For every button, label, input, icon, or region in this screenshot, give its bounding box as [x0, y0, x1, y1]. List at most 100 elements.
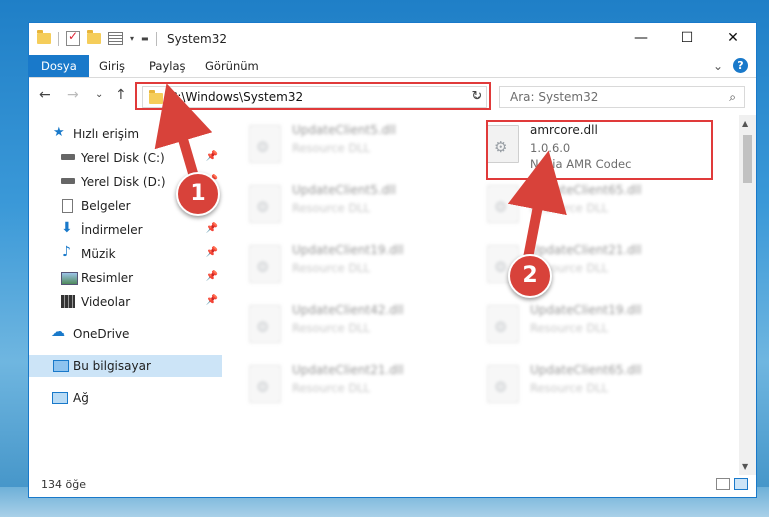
dll-file-icon [487, 185, 519, 223]
dll-file-icon [487, 365, 519, 403]
dll-file-icon [249, 365, 281, 403]
file-item[interactable]: UpdateClient5.dll Resource DLL [247, 177, 467, 233]
pictures-icon [61, 272, 78, 285]
file-item[interactable]: UpdateClient65.dll Resource DLL [485, 177, 705, 233]
folder-icon[interactable] [37, 30, 51, 44]
forward-button[interactable]: → [67, 87, 79, 103]
details-view-icon[interactable] [716, 478, 730, 490]
file-name: UpdateClient21.dll [530, 243, 642, 257]
status-bar: 134 öğe [29, 473, 756, 497]
back-button[interactable]: ← [39, 87, 51, 103]
pin-icon[interactable]: 📌 [206, 247, 218, 258]
sidebar-item-disk-c[interactable]: Yerel Disk (C:) 📌 [29, 147, 222, 169]
file-type: Resource DLL [530, 381, 609, 395]
customize-toolbar-icon[interactable]: ▾ [130, 34, 134, 43]
quick-access-toolbar: ▾ ▬ [37, 29, 157, 46]
expand-ribbon-icon[interactable]: ⌄ [713, 59, 723, 73]
recent-locations-button[interactable]: ⌄ [95, 89, 103, 100]
file-type: Resource DLL [292, 261, 371, 275]
file-name: UpdateClient65.dll [530, 363, 642, 377]
cloud-icon: ☁ [51, 324, 65, 340]
tab-dosya[interactable]: Dosya [29, 55, 89, 77]
file-item[interactable]: UpdateClient65.dll Resource DLL [485, 357, 705, 413]
download-icon: ⬇ [61, 220, 73, 236]
videos-icon [61, 295, 75, 308]
sidebar-item-muzik[interactable]: ♪ Müzik 📌 [29, 243, 222, 265]
minimize-button[interactable]: — [618, 23, 664, 53]
sidebar-item-videolar[interactable]: Videolar 📌 [29, 291, 222, 313]
file-name: UpdateClient42.dll [292, 303, 404, 317]
maximize-button[interactable]: ☐ [664, 23, 710, 53]
up-button[interactable]: ↑ [115, 87, 127, 103]
pin-icon[interactable]: 📌 [206, 151, 218, 162]
file-type: Resource DLL [292, 201, 371, 215]
view-toggle [716, 478, 748, 490]
qat-dropdown-icon[interactable]: ▬ [141, 34, 149, 43]
sidebar-item-label: Hızlı erişim [73, 127, 140, 141]
pin-icon[interactable]: 📌 [206, 271, 218, 282]
sidebar-item-label: OneDrive [73, 327, 130, 341]
tiles-view-icon[interactable] [734, 478, 748, 490]
window-controls: — ☐ ✕ [618, 23, 756, 53]
file-item[interactable]: UpdateClient5.dll Resource DLL [247, 117, 467, 173]
view-icon[interactable] [108, 32, 123, 45]
computer-icon [53, 360, 69, 372]
tab-giris[interactable]: Giriş [99, 55, 125, 77]
sidebar-item-label: Belgeler [81, 199, 131, 213]
vertical-scrollbar[interactable]: ▲ ▼ [739, 115, 756, 475]
file-name: UpdateClient5.dll [292, 123, 396, 137]
ribbon-tabs: Dosya Giriş Paylaş Görünüm ⌄ ? [29, 55, 756, 78]
star-icon: ★ [53, 125, 65, 140]
sidebar-item-this-pc[interactable]: Bu bilgisayar [29, 355, 222, 377]
file-name: UpdateClient5.dll [292, 183, 396, 197]
close-button[interactable]: ✕ [710, 23, 756, 53]
file-name: UpdateClient19.dll [292, 243, 404, 257]
sidebar-item-resimler[interactable]: Resimler 📌 [29, 267, 222, 289]
pin-icon[interactable]: 📌 [206, 295, 218, 306]
file-name: UpdateClient19.dll [530, 303, 642, 317]
sidebar-item-network[interactable]: Ağ [29, 387, 222, 409]
file-item[interactable]: UpdateClient21.dll Resource DLL [247, 357, 467, 413]
search-icon[interactable]: ⌕ [729, 90, 736, 105]
pin-icon[interactable]: 📌 [206, 223, 218, 234]
sidebar-item-label: Müzik [81, 247, 116, 261]
sidebar-item-label: İndirmeler [81, 223, 143, 237]
file-name: UpdateClient21.dll [292, 363, 404, 377]
sidebar-item-onedrive[interactable]: ☁ OneDrive [29, 323, 222, 345]
tab-paylas[interactable]: Paylaş [149, 55, 186, 77]
dll-file-icon [249, 245, 281, 283]
navigation-pane: ★ Hızlı erişim Yerel Disk (C:) 📌 Yerel D… [29, 115, 222, 475]
search-box[interactable]: Ara: System32 ⌕ [499, 86, 745, 108]
sidebar-item-label: Yerel Disk (D:) [81, 175, 166, 189]
dll-file-icon [249, 125, 281, 163]
network-icon [52, 392, 68, 404]
file-type: Resource DLL [530, 321, 609, 335]
step-marker-2: 2 [508, 254, 552, 298]
dll-file-icon [249, 305, 281, 343]
step-marker-1: 1 [176, 172, 220, 216]
new-folder-icon[interactable] [87, 30, 101, 44]
search-placeholder[interactable]: Ara: System32 [510, 90, 598, 104]
file-item[interactable]: UpdateClient19.dll Resource DLL [485, 297, 705, 353]
divider [155, 31, 157, 46]
tab-gorunum[interactable]: Görünüm [205, 55, 259, 77]
file-item[interactable]: UpdateClient42.dll Resource DLL [247, 297, 467, 353]
scroll-up-icon[interactable]: ▲ [742, 119, 748, 128]
help-icon[interactable]: ? [733, 58, 748, 73]
divider [58, 31, 59, 46]
sidebar-item-label: Videolar [81, 295, 131, 309]
dll-file-icon [249, 185, 281, 223]
sidebar-item-label: Resimler [81, 271, 134, 285]
address-highlight-box [135, 82, 491, 110]
file-type: Resource DLL [292, 141, 371, 155]
drive-icon [61, 178, 75, 184]
properties-check-icon[interactable] [66, 29, 80, 46]
file-explorer-window: ▾ ▬ System32 — ☐ ✕ Dosya Giriş Paylaş Gö… [28, 22, 757, 498]
sidebar-item-label: Bu bilgisayar [73, 359, 151, 373]
file-item[interactable]: UpdateClient19.dll Resource DLL [247, 237, 467, 293]
sidebar-item-quick-access[interactable]: ★ Hızlı erişim [29, 123, 222, 145]
scroll-thumb[interactable] [743, 135, 752, 183]
scroll-down-icon[interactable]: ▼ [742, 462, 748, 471]
sidebar-item-indirmeler[interactable]: ⬇ İndirmeler 📌 [29, 219, 222, 241]
documents-icon [62, 199, 73, 213]
